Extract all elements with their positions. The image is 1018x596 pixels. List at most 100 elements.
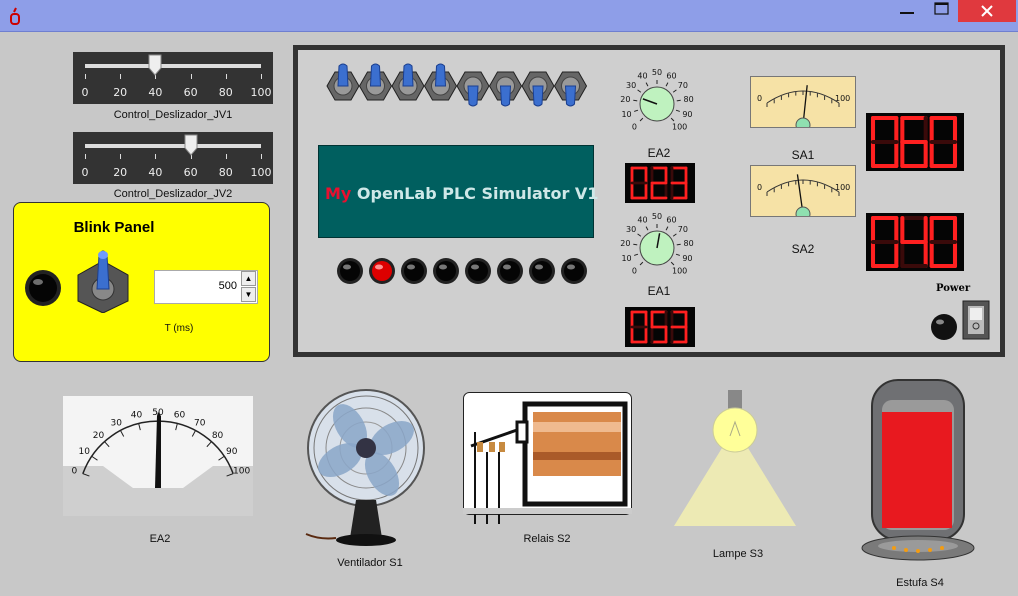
input-switch-2[interactable] xyxy=(358,63,393,101)
ea2-meter-label: EA2 xyxy=(149,533,171,545)
knob-tick-label: 10 xyxy=(621,110,631,119)
close-button[interactable] xyxy=(958,0,1016,22)
meter-tick-label: 80 xyxy=(212,431,224,441)
knob-tick xyxy=(670,261,675,266)
knob-tick-label: 60 xyxy=(666,71,676,80)
ea2-knob-label: EA2 xyxy=(647,146,671,160)
slider-jv2[interactable]: 0 20 40 60 80 100 xyxy=(73,132,273,184)
output-led-7 xyxy=(529,258,555,284)
ea2-display xyxy=(625,163,695,203)
slider-thumb[interactable] xyxy=(148,54,162,76)
slider-thumb[interactable] xyxy=(184,134,198,156)
slider-tick-label: 0 xyxy=(81,86,89,99)
ea2-meter: 0102030405060708090100 xyxy=(63,396,253,516)
led-digit xyxy=(630,310,648,344)
gauge-hub xyxy=(795,117,811,127)
ea2-knob[interactable]: 010 20 3040 50 6070 80 90 100 xyxy=(616,66,698,136)
knob-tick xyxy=(634,109,639,112)
period-label: T (ms) xyxy=(164,323,194,334)
input-switch-1[interactable] xyxy=(326,63,360,101)
sa2-gauge: 0 100 xyxy=(750,165,856,217)
led-digit xyxy=(670,166,688,200)
relay-label: Relais S2 xyxy=(523,533,571,545)
slider-tick xyxy=(85,154,86,159)
blink-lamp-icon xyxy=(25,270,61,306)
knob-tick-label: 30 xyxy=(626,81,636,90)
input-switches[interactable] xyxy=(326,62,588,112)
output-led-8 xyxy=(561,258,587,284)
knob-tick xyxy=(676,99,681,102)
slider-tick xyxy=(261,154,262,159)
knob-tick-label: 70 xyxy=(678,225,688,234)
knob-tick-label: 50 xyxy=(652,212,662,221)
fan-label: Ventilador S1 xyxy=(337,557,403,569)
input-switch-4[interactable] xyxy=(423,63,458,101)
knob-tick xyxy=(675,253,680,256)
led-digit xyxy=(670,310,688,344)
spin-up-button[interactable]: ▲ xyxy=(241,271,256,286)
gauge-max-label: 100 xyxy=(835,183,850,192)
lamp-label: Lampe S3 xyxy=(712,548,764,560)
knob-tick xyxy=(665,226,669,231)
input-switch-3[interactable] xyxy=(391,63,425,101)
fan-icon xyxy=(305,389,425,546)
slider-tick-label: 100 xyxy=(250,86,272,99)
window-title-bar[interactable] xyxy=(0,0,1018,32)
knob-tick-label: 80 xyxy=(684,95,694,104)
plc-panel: My OpenLab PLC Simulator V1 0 10 20 30 40 50 6… xyxy=(293,45,1005,357)
power-label: Power xyxy=(936,283,971,294)
slider-tick xyxy=(190,74,192,79)
output-led-4 xyxy=(433,258,459,284)
led-digit xyxy=(929,115,958,169)
slider-track xyxy=(85,64,261,68)
meter-tick-label: 10 xyxy=(78,447,90,457)
spin-down-button[interactable]: ▼ xyxy=(241,287,256,302)
knob-tick xyxy=(675,109,680,112)
ea1-knob-label: EA1 xyxy=(647,284,671,298)
slider-tick xyxy=(261,74,262,79)
knob-tick xyxy=(633,99,638,102)
input-switch-7[interactable] xyxy=(521,71,555,107)
toggle-switch-icon[interactable] xyxy=(76,245,130,313)
gauge-min-label: 0 xyxy=(757,183,762,192)
led-digit xyxy=(870,115,899,169)
meter-tick-label: 0 xyxy=(72,467,78,477)
app-icon xyxy=(10,7,20,25)
slider-tick-label: 60 xyxy=(183,166,198,179)
knob-tick-label: 50 xyxy=(652,68,662,77)
slider-jv1[interactable]: 0 20 40 60 80 100 xyxy=(73,52,273,104)
knob-tick xyxy=(676,243,681,246)
heater-icon xyxy=(861,379,975,561)
lamp-icon xyxy=(674,390,796,526)
power-switch[interactable] xyxy=(962,300,990,340)
led-digit xyxy=(870,215,899,269)
meter-tick-label: 40 xyxy=(131,411,143,421)
meter-tick-label: 60 xyxy=(174,411,186,421)
input-switch-5[interactable] xyxy=(456,71,490,107)
slider-tick xyxy=(225,154,227,159)
maximize-button[interactable] xyxy=(922,0,962,22)
led-digit xyxy=(900,215,928,269)
period-input[interactable]: 500 ▲ ▼ xyxy=(154,270,258,304)
knob-tick-label: 40 xyxy=(637,215,647,224)
plc-title-prefix: My xyxy=(325,184,352,203)
close-icon xyxy=(981,5,993,17)
meter-tick-label: 100 xyxy=(233,467,250,477)
sa1-label: SA1 xyxy=(791,148,815,162)
plc-title-text: OpenLab PLC Simulator V1 xyxy=(351,184,599,203)
ea1-knob[interactable]: 010 20 3040 50 6070 80 90 100 xyxy=(616,210,698,280)
sa1-gauge: 0 100 xyxy=(750,76,856,128)
knob-tick-label: 30 xyxy=(626,225,636,234)
slider-tick-label: 40 xyxy=(148,166,163,179)
knob-tick xyxy=(633,243,638,246)
knob-tick-label: 100 xyxy=(672,123,687,132)
input-switch-8[interactable] xyxy=(553,71,588,107)
slider-tick xyxy=(120,74,122,79)
slider-tick-label: 20 xyxy=(113,86,128,99)
sa2-display xyxy=(866,213,964,271)
led-digit xyxy=(650,310,668,344)
ea1-display xyxy=(625,307,695,347)
input-switch-6[interactable] xyxy=(488,71,523,107)
slider-tick xyxy=(225,74,227,79)
knob-tick-label: 0 xyxy=(632,267,637,276)
